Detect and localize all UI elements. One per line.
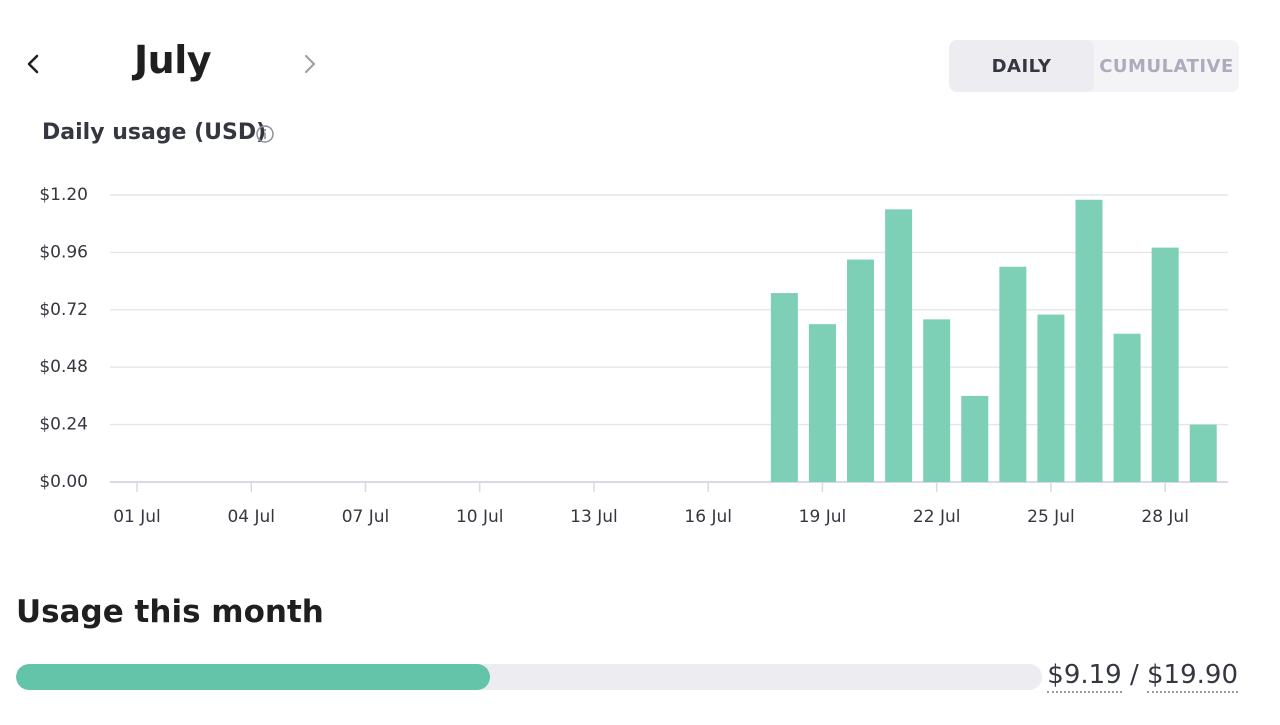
- view-toggle: DAILY CUMULATIVE: [949, 40, 1239, 92]
- y-tick-label: $1.20: [39, 185, 88, 205]
- bar: [1151, 247, 1179, 482]
- previous-month-button[interactable]: [14, 44, 54, 84]
- bar: [961, 395, 989, 482]
- bar: [885, 209, 913, 482]
- x-tick-label: 10 Jul: [456, 507, 504, 527]
- usage-limit-amount[interactable]: $19.90: [1147, 660, 1238, 693]
- usage-used-amount[interactable]: $9.19: [1047, 660, 1122, 693]
- daily-toggle-button[interactable]: DAILY: [949, 40, 1094, 92]
- chevron-left-icon: [27, 54, 39, 74]
- y-tick-label: $0.48: [39, 357, 88, 377]
- chevron-right-icon: [304, 54, 316, 74]
- bar: [1189, 424, 1217, 482]
- bar: [1037, 314, 1065, 482]
- month-title: July: [134, 38, 212, 82]
- y-tick-label: $0.24: [39, 415, 88, 435]
- usage-progress-bar: [16, 664, 1042, 690]
- bar: [1113, 333, 1141, 482]
- chart-title: Daily usage (USD): [42, 120, 267, 145]
- x-tick-label: 07 Jul: [342, 507, 390, 527]
- x-tick-label: 19 Jul: [799, 507, 847, 527]
- bar: [847, 259, 875, 482]
- bar: [808, 324, 836, 482]
- x-tick-label: 22 Jul: [913, 507, 961, 527]
- daily-usage-chart: $0.00 $0.24 $0.48 $0.72 $0.96 $1.20 01 Jul 04 J…: [39, 185, 1228, 527]
- bar: [923, 319, 951, 482]
- x-tick-label: 28 Jul: [1141, 507, 1189, 527]
- x-tick-label: 25 Jul: [1027, 507, 1075, 527]
- x-tick-label: 16 Jul: [684, 507, 732, 527]
- y-tick-label: $0.72: [39, 300, 88, 320]
- cumulative-toggle-button[interactable]: CUMULATIVE: [1094, 40, 1239, 92]
- x-tick-label: 13 Jul: [570, 507, 618, 527]
- x-tick-label: 01 Jul: [113, 507, 161, 527]
- bar: [1075, 199, 1103, 482]
- x-tick-label: 04 Jul: [227, 507, 275, 527]
- y-tick-label: $0.96: [39, 242, 88, 262]
- usage-separator: /: [1129, 660, 1139, 690]
- usage-section-title: Usage this month: [16, 594, 324, 630]
- next-month-button[interactable]: [289, 44, 329, 84]
- usage-amount: $9.19 / $19.90: [1047, 660, 1238, 693]
- bar: [999, 266, 1027, 482]
- info-icon[interactable]: [255, 124, 275, 144]
- usage-progress-fill: [16, 664, 490, 690]
- bar: [770, 293, 798, 482]
- y-tick-label: $0.00: [39, 472, 88, 492]
